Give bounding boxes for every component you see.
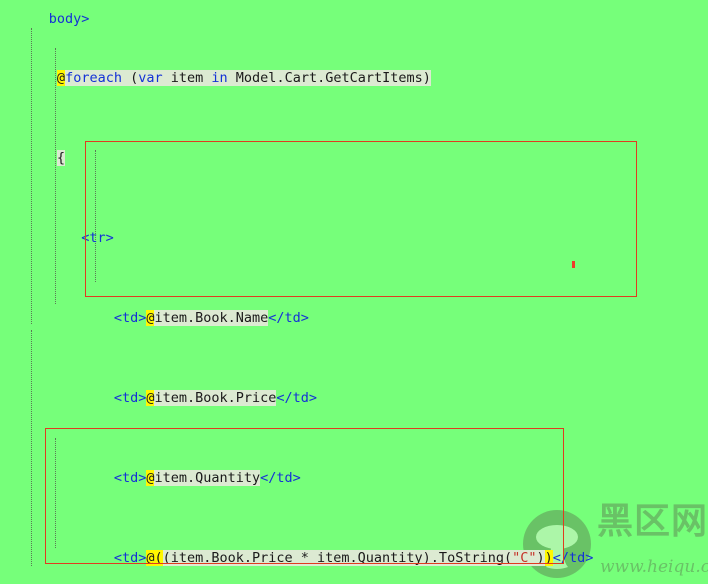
code-line-7[interactable]: <td>@((item.Book.Price * item.Quantity).… xyxy=(0,528,708,566)
clipped-top-line: body> xyxy=(0,0,90,49)
code-line-6[interactable]: <td>@item.Quantity</td> xyxy=(0,448,708,486)
code-editor-screenshot: body> @foreach (var item in Model.Cart.G… xyxy=(0,0,708,584)
code-line-4[interactable]: <td>@item.Book.Name</td> xyxy=(0,288,708,326)
code-line-2[interactable]: { xyxy=(0,128,708,166)
code-line-3[interactable]: <tr> xyxy=(0,208,708,246)
annotation-dot-artifact xyxy=(572,261,575,268)
clipped-top-line-text: body> xyxy=(48,11,90,27)
code-block[interactable]: @foreach (var item in Model.Cart.GetCart… xyxy=(0,0,708,584)
code-line-1[interactable]: @foreach (var item in Model.Cart.GetCart… xyxy=(0,48,708,86)
code-line-5[interactable]: <td>@item.Book.Price</td> xyxy=(0,368,708,406)
